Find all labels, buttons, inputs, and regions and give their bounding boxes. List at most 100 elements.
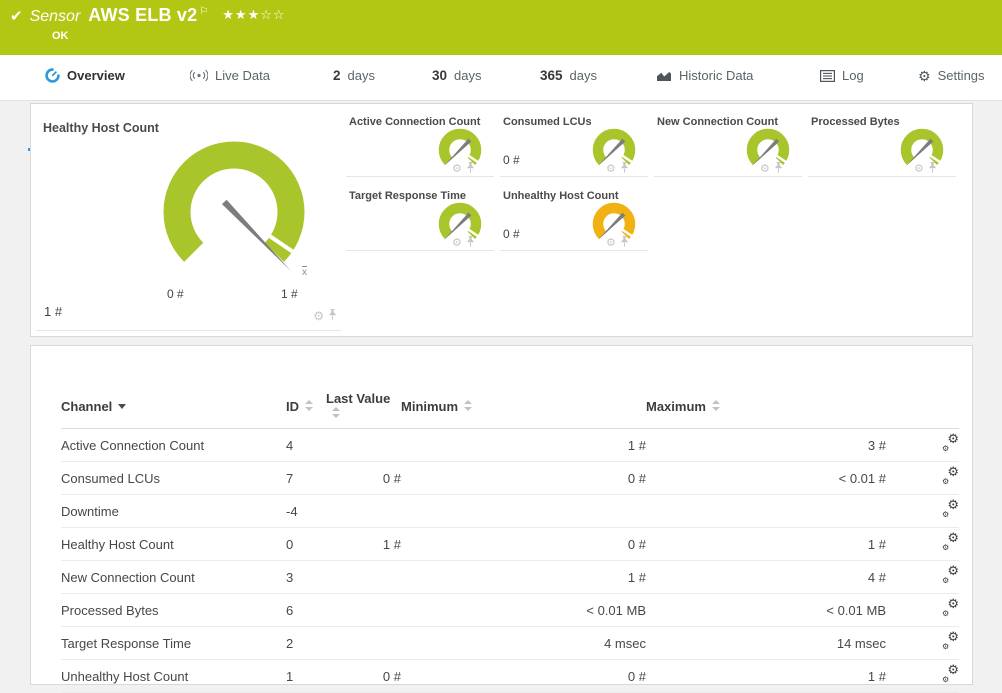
status-check-icon: ✔ bbox=[10, 8, 23, 25]
gauge-settings-gear-icon[interactable]: ⚙ bbox=[452, 237, 462, 249]
channel-id: 6 bbox=[286, 593, 326, 627]
tab-number: 365 bbox=[540, 68, 563, 83]
gauge-pin-icon[interactable] bbox=[774, 160, 783, 178]
gauge-pin-icon[interactable] bbox=[620, 160, 629, 178]
gauge-pin-icon[interactable] bbox=[466, 234, 475, 252]
channel-settings-icon[interactable]: ⚙ ⚙ bbox=[942, 564, 959, 585]
channel-settings-icon[interactable]: ⚙ ⚙ bbox=[942, 597, 959, 618]
tab-label: Settings bbox=[937, 68, 985, 83]
column-header-minimum[interactable]: Minimum bbox=[401, 384, 646, 429]
log-icon bbox=[820, 69, 835, 82]
tab-live-data[interactable]: Live Data bbox=[190, 55, 270, 96]
gauge-pin-icon[interactable] bbox=[328, 307, 337, 325]
tab-label: days bbox=[347, 68, 375, 83]
sensor-title: AWS ELB v2 bbox=[88, 5, 198, 25]
column-header-settings bbox=[886, 384, 959, 429]
tab-label: Historic Data bbox=[679, 68, 754, 83]
channel-maximum: < 0.01 MB bbox=[646, 593, 886, 627]
gauge-value: 0 # bbox=[503, 153, 520, 167]
channel-name: Healthy Host Count bbox=[61, 527, 286, 561]
tab-number: 2 bbox=[333, 68, 341, 83]
sort-desc-icon bbox=[118, 403, 127, 409]
tab-2-days[interactable]: 2 days bbox=[333, 55, 375, 96]
channel-name: Target Response Time bbox=[61, 626, 286, 660]
column-header-id[interactable]: ID bbox=[286, 384, 326, 429]
channel-settings-icon[interactable]: ⚙ ⚙ bbox=[942, 630, 959, 651]
gauge-pin-icon[interactable] bbox=[620, 234, 629, 252]
channel-minimum: 0 # bbox=[401, 461, 646, 495]
gauge-pin-icon[interactable] bbox=[928, 160, 937, 178]
channel-minimum: 0 # bbox=[401, 527, 646, 561]
channel-name: New Connection Count bbox=[61, 560, 286, 594]
column-header-channel[interactable]: Channel bbox=[61, 384, 286, 429]
tab-log[interactable]: Log bbox=[820, 55, 864, 96]
channel-minimum bbox=[401, 494, 646, 528]
table-row: New Connection Count 3 1 #4 # ⚙ ⚙ bbox=[61, 560, 959, 594]
table-header-row: Channel ID Last Value Minimum Maximum bbox=[61, 384, 959, 429]
channel-name: Downtime bbox=[61, 494, 286, 528]
sort-icon bbox=[463, 399, 473, 412]
channel-minimum: 0 # bbox=[401, 659, 646, 693]
gauge-scale-min: 0 # bbox=[167, 287, 184, 301]
column-header-last-value[interactable]: Last Value bbox=[326, 384, 401, 429]
table-row: Target Response Time 2 4 msec 14 msec ⚙ ⚙ bbox=[61, 626, 959, 660]
gauge-pin-icon[interactable] bbox=[466, 160, 475, 178]
sensor-status-bar: ✔ Sensor AWS ELB v2 ⚐ ★★★☆☆ OK bbox=[0, 0, 1002, 55]
tab-bar: Overview Live Data 2 days 30 days 365 days Histo… bbox=[0, 55, 1002, 151]
channel-last-value: 0 # bbox=[326, 461, 401, 495]
channel-maximum: 14 msec bbox=[646, 626, 886, 660]
gauge-settings-gear-icon[interactable]: ⚙ bbox=[914, 163, 924, 175]
flag-icon[interactable]: ⚐ bbox=[199, 6, 208, 17]
table-row: Downtime -4 ⚙ ⚙ bbox=[61, 494, 959, 528]
channel-id: 2 bbox=[286, 626, 326, 660]
channel-maximum: 4 # bbox=[646, 560, 886, 594]
channel-last-value: 0 # bbox=[326, 659, 401, 693]
gauge-settings-gear-icon[interactable]: ⚙ bbox=[760, 163, 770, 175]
channel-maximum: 1 # bbox=[646, 527, 886, 561]
object-kind-label: Sensor bbox=[29, 8, 81, 25]
tab-label: days bbox=[569, 68, 597, 83]
channel-maximum: 1 # bbox=[646, 659, 886, 693]
primary-gauge-panel: Healthy Host Count 0 # 1 # x 1 # ⚙ bbox=[36, 109, 341, 331]
gauge-settings-gear-icon[interactable]: ⚙ bbox=[606, 163, 616, 175]
channel-id: 4 bbox=[286, 428, 326, 462]
column-header-maximum[interactable]: Maximum bbox=[646, 384, 886, 429]
tab-365-days[interactable]: 365 days bbox=[540, 55, 597, 96]
priority-stars[interactable]: ★★★☆☆ bbox=[222, 7, 285, 23]
channel-id: 3 bbox=[286, 560, 326, 594]
tab-label: Live Data bbox=[215, 68, 270, 83]
gauge-value: 0 # bbox=[503, 227, 520, 241]
channel-last-value bbox=[326, 428, 401, 462]
small-gauge-panel: Processed Bytes ⚙ bbox=[808, 109, 956, 177]
table-row: Processed Bytes 6 < 0.01 MB < 0.01 MB ⚙ ⚙ bbox=[61, 593, 959, 627]
small-gauge-panel: Consumed LCUs 0 # ⚙ bbox=[500, 109, 648, 177]
gauge-settings-gear-icon[interactable]: ⚙ bbox=[313, 310, 324, 322]
channel-maximum: < 0.01 # bbox=[646, 461, 886, 495]
tab-label: Log bbox=[842, 68, 864, 83]
channel-name: Processed Bytes bbox=[61, 593, 286, 627]
tab-settings[interactable]: ⚙ Settings bbox=[918, 55, 985, 96]
tab-label: days bbox=[454, 68, 482, 83]
channel-id: 0 bbox=[286, 527, 326, 561]
table-row: Healthy Host Count 0 1 #0 #1 # ⚙ ⚙ bbox=[61, 527, 959, 561]
gauge-settings-gear-icon[interactable]: ⚙ bbox=[606, 237, 616, 249]
channel-minimum: 4 msec bbox=[401, 626, 646, 660]
sort-icon bbox=[331, 407, 340, 419]
gauge-settings-gear-icon[interactable]: ⚙ bbox=[452, 163, 462, 175]
mean-marker: x bbox=[302, 267, 307, 278]
area-chart-icon bbox=[656, 69, 672, 82]
channel-settings-icon[interactable]: ⚙ ⚙ bbox=[942, 498, 959, 519]
small-gauge-panel: New Connection Count ⚙ bbox=[654, 109, 802, 177]
channel-settings-icon[interactable]: ⚙ ⚙ bbox=[942, 432, 959, 453]
channel-settings-icon[interactable]: ⚙ ⚙ bbox=[942, 465, 959, 486]
tab-historic-data[interactable]: Historic Data bbox=[656, 55, 753, 96]
channel-settings-icon[interactable]: ⚙ ⚙ bbox=[942, 663, 959, 684]
gauge-scale-max: 1 # bbox=[281, 287, 298, 301]
sort-icon bbox=[711, 399, 720, 412]
channel-settings-icon[interactable]: ⚙ ⚙ bbox=[942, 531, 959, 552]
table-row: Unhealthy Host Count 1 0 #0 #1 # ⚙ ⚙ bbox=[61, 659, 959, 693]
tab-overview[interactable]: Overview bbox=[45, 55, 125, 96]
channel-id: 1 bbox=[286, 659, 326, 693]
tab-30-days[interactable]: 30 days bbox=[432, 55, 482, 96]
channel-id: 7 bbox=[286, 461, 326, 495]
